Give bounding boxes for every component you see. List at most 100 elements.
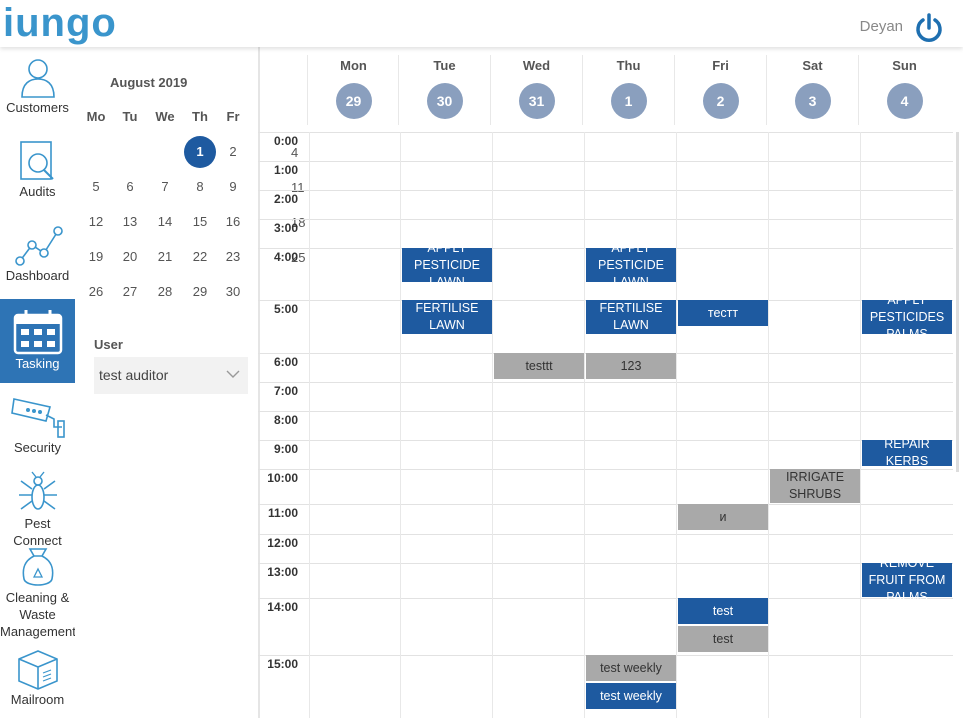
day-name: Mon [340, 58, 367, 73]
day-column-divider [584, 132, 585, 718]
chevron-down-icon [226, 370, 240, 378]
day-name: Tue [433, 58, 456, 73]
calendar-day[interactable]: 5 [80, 171, 112, 203]
sidebar-item-label: Mailroom [10, 692, 65, 707]
hour-label: 8:00 [273, 413, 298, 427]
calendar-day[interactable]: 19 [80, 241, 112, 273]
day-number[interactable]: 3 [794, 83, 831, 119]
calendar-day[interactable]: 24 [250, 241, 257, 273]
day-name: Thu [616, 58, 641, 73]
task-event[interactable]: testtt [494, 353, 584, 379]
weekday-header: Mo [86, 109, 106, 124]
calendar-day[interactable]: 23 [217, 241, 249, 273]
sidebar-item-label: Dashboard [5, 268, 70, 283]
sidebar-item-security[interactable]: Security [0, 393, 75, 459]
hour-row [258, 504, 953, 535]
sidebar-item-pest-connect[interactable]: Pest Connect [0, 471, 75, 551]
day-number[interactable]: 1 [610, 83, 647, 119]
day-header: Fri 2 [674, 55, 766, 125]
task-event[interactable]: test [678, 626, 768, 652]
task-event[interactable]: IRRIGATE SHRUBS [770, 469, 860, 503]
sidebar-item-mailroom[interactable]: Mailroom [0, 647, 75, 713]
day-number[interactable]: 30 [426, 83, 463, 119]
calendar-day[interactable]: 9 [217, 171, 249, 203]
hour-label: 12:00 [267, 536, 298, 550]
calendar-day[interactable]: 17 [250, 206, 257, 238]
calendar-day[interactable]: 26 [80, 276, 112, 308]
calendar-day[interactable]: 2 [217, 136, 249, 168]
day-name: Sat [802, 58, 823, 73]
task-event[interactable]: FERTILISE LAWN [402, 300, 492, 334]
task-event[interactable]: test [678, 598, 768, 624]
calendar-day[interactable]: 22 [184, 241, 216, 273]
day-number[interactable]: 2 [702, 83, 739, 119]
power-icon[interactable] [914, 12, 944, 44]
day-column-divider [676, 132, 677, 718]
hour-label: 0:00 [273, 134, 298, 148]
task-event[interactable]: тестт [678, 300, 768, 326]
task-event[interactable]: test weekly [586, 683, 676, 709]
weekday-header: Sa [250, 109, 257, 124]
day-number[interactable]: 31 [518, 83, 555, 119]
sidebar-item-cleaning-waste[interactable]: Cleaning & Waste Management [0, 547, 76, 647]
day-name: Wed [522, 58, 551, 73]
task-event[interactable]: APPLY PESTICIDE LAWN [402, 241, 492, 289]
hour-row [258, 534, 953, 564]
calendar-day[interactable]: 13 [114, 206, 146, 238]
calendar-day[interactable]: 7 [149, 171, 181, 203]
calendar-day[interactable]: 16 [217, 206, 249, 238]
hour-label: 1:00 [273, 163, 298, 177]
cctv-camera-icon [10, 398, 65, 438]
hour-label: 7:00 [273, 384, 298, 398]
day-header: Wed 31 [490, 55, 582, 125]
calendar-day[interactable]: 12 [80, 206, 112, 238]
calendar-day[interactable]: 27 [114, 276, 146, 308]
task-event[interactable]: test weekly [586, 655, 676, 681]
sidebar-item-customers[interactable]: Customers [0, 55, 75, 121]
task-event[interactable]: REPAIR KERBS [862, 437, 952, 468]
insect-icon [18, 471, 57, 510]
calendar-day[interactable]: 1 [184, 136, 216, 168]
day-column-divider [400, 132, 401, 718]
day-column-divider [492, 132, 493, 718]
weekday-header: Fr [226, 109, 240, 124]
task-event[interactable]: и [678, 504, 768, 530]
app-logo[interactable]: iungo [3, 1, 117, 45]
calendar-day[interactable]: 21 [149, 241, 181, 273]
calendar-day[interactable]: 20 [114, 241, 146, 273]
task-event[interactable]: 123 [586, 353, 676, 379]
user-filter-label: User [94, 337, 123, 352]
day-number[interactable]: 4 [886, 83, 923, 119]
calendar-day[interactable]: 30 [217, 276, 249, 308]
user-select[interactable]: test auditor [94, 357, 248, 394]
user-name: Deyan [859, 18, 903, 35]
mini-calendar-title: August 2019 [110, 75, 188, 90]
task-event[interactable]: FERTILISE LAWN [586, 300, 676, 334]
calendar-day[interactable]: 10 [250, 171, 257, 203]
day-header: Tue 30 [398, 55, 490, 125]
calendar-day[interactable]: 14 [149, 206, 181, 238]
calendar-day[interactable]: 15 [184, 206, 216, 238]
day-header: Sat 3 [766, 55, 858, 125]
user-select-value: test auditor [99, 367, 169, 383]
day-number[interactable]: 29 [335, 83, 372, 119]
calendar-day[interactable]: 29 [184, 276, 216, 308]
schedule-scrollbar[interactable] [956, 132, 959, 472]
task-event[interactable]: REMOVE FRUIT FROM PALMS [862, 556, 952, 604]
hour-label: 5:00 [273, 302, 298, 316]
task-event[interactable]: APPLY PESTICIDES PALMS [862, 293, 952, 341]
calendar-day[interactable]: 6 [114, 171, 146, 203]
calendar-day[interactable]: 8 [184, 171, 216, 203]
sidebar-item-tasking[interactable]: Tasking [0, 299, 75, 383]
sidebar-item-label: Audits [19, 184, 56, 199]
sidebar-item-audits[interactable]: Audits [0, 139, 75, 205]
sidebar-item-dashboard[interactable]: Dashboard [0, 223, 75, 289]
weekday-header: Tu [122, 109, 138, 124]
task-event[interactable]: APPLY PESTICIDE LAWN [586, 241, 676, 289]
hour-row [258, 382, 953, 412]
calendar-day[interactable]: 28 [149, 276, 181, 308]
calendar-day[interactable]: 3 [250, 136, 257, 168]
hour-row [258, 411, 953, 441]
sidebar-item-label: Pest Connect [13, 516, 62, 548]
calendar-day[interactable]: 31 [250, 276, 257, 308]
